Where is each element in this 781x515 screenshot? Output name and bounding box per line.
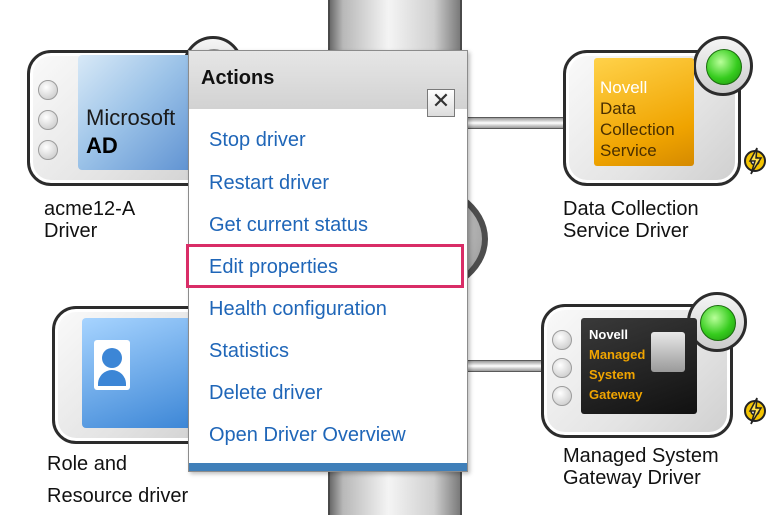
managed-system-gateway-logo: Novell Managed System Gateway	[581, 318, 697, 414]
close-button[interactable]: ✕	[427, 89, 455, 117]
status-ring-dcs	[693, 36, 753, 96]
menu-item-statistics[interactable]: Statistics	[209, 340, 289, 363]
document-icon	[651, 332, 685, 372]
driver-label-line: Gateway Driver	[563, 467, 701, 489]
tile-text: Novell	[589, 327, 629, 342]
tile-text: Collection	[600, 120, 675, 139]
menu-item-delete-driver[interactable]: Delete driver	[209, 382, 322, 405]
led-indicator	[552, 358, 572, 378]
driver-label-ad[interactable]: acme12-A Driver	[44, 198, 135, 242]
menu-item-open-driver-overview[interactable]: Open Driver Overview	[209, 424, 406, 447]
gear-lightning-icon[interactable]	[741, 146, 769, 176]
driver-label-line: Data Collection	[563, 198, 699, 220]
led-indicator	[38, 80, 58, 100]
tile-text: Novell	[600, 78, 648, 97]
tile-text: Data	[600, 99, 636, 118]
led-indicator	[552, 330, 572, 350]
led-indicator	[38, 140, 58, 160]
tile-text: Service	[600, 141, 657, 160]
gear-lightning-icon[interactable]	[741, 396, 769, 426]
connector-msg	[466, 360, 546, 372]
led-indicator	[38, 110, 58, 130]
driver-label-line: Resource driver	[47, 485, 189, 507]
menu-item-restart-driver[interactable]: Restart driver	[209, 172, 329, 195]
popup-title: Actions	[201, 67, 275, 89]
tile-text: AD	[86, 133, 118, 158]
tile-text: Microsoft	[86, 105, 176, 130]
led-indicator	[552, 386, 572, 406]
driver-label-line: acme12-A	[44, 198, 136, 220]
connector-dcs	[466, 117, 566, 129]
driver-label-role[interactable]: Role and Resource driver	[47, 448, 188, 512]
menu-item-health-configuration[interactable]: Health configuration	[209, 298, 387, 321]
driver-label-line: Driver	[44, 220, 98, 242]
green-status-light-icon	[700, 305, 736, 341]
close-icon: ✕	[431, 89, 451, 114]
data-collection-service-logo: Novell Data Collection Service	[594, 58, 694, 166]
microsoft-ad-logo: Microsoft AD	[78, 55, 203, 170]
menu-item-get-current-status[interactable]: Get current status	[209, 214, 368, 237]
tile-text: Managed	[589, 347, 646, 362]
green-status-light-icon	[706, 49, 742, 85]
highlight-box	[186, 244, 464, 288]
driver-label-line: Role and	[47, 453, 128, 475]
driver-label-line: Managed System	[563, 445, 719, 467]
menu-item-stop-driver[interactable]: Stop driver	[209, 129, 306, 152]
driver-label-line: Service Driver	[563, 220, 689, 242]
tile-text: System	[589, 367, 636, 382]
driver-label-dcs[interactable]: Data Collection Service Driver	[563, 198, 699, 242]
driver-label-msg[interactable]: Managed System Gateway Driver	[563, 445, 719, 489]
popup-footer-bar	[189, 463, 467, 471]
tile-text: Gateway	[589, 387, 643, 402]
person-head-icon	[102, 348, 122, 368]
id-card-icon	[82, 318, 192, 428]
